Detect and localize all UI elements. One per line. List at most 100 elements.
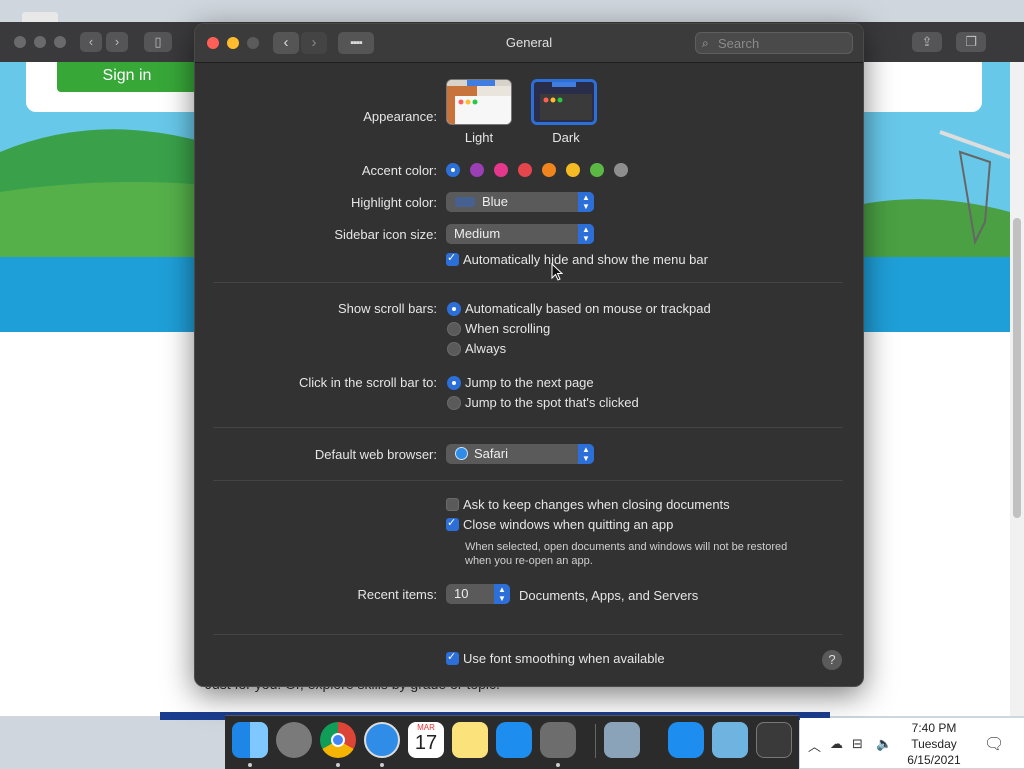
volume-icon[interactable]: 🔈 — [876, 736, 892, 752]
search-placeholder: Search — [718, 36, 760, 51]
close-windows-checkbox[interactable] — [446, 516, 459, 531]
scrollbar-thumb[interactable] — [1013, 218, 1021, 518]
scroll-bars-when-scrolling-radio[interactable] — [447, 322, 461, 336]
browser-tabs-icon[interactable]: ❐ — [956, 32, 986, 52]
search-icon: ⌕ — [702, 36, 709, 50]
help-button[interactable]: ? — [822, 650, 842, 670]
scroll-bars-when-scrolling-label: When scrolling — [465, 321, 551, 336]
recent-items-value: 10 — [454, 586, 469, 601]
appearance-label: Appearance: — [363, 109, 437, 124]
jump-next-page-radio[interactable] — [447, 376, 461, 390]
jump-to-spot-radio[interactable] — [447, 396, 461, 410]
default-browser-popup[interactable]: Safari ▲ ▼ — [446, 444, 594, 464]
divider — [213, 480, 843, 481]
close-windows-note-line2: when you re-open an app. — [465, 555, 593, 567]
system-preferences-icon[interactable] — [540, 722, 576, 758]
appearance-dark-label: Dark — [552, 130, 580, 145]
clock-day: Tuesday — [911, 737, 957, 751]
accent-color-green[interactable] — [590, 163, 604, 177]
window-titlebar: ‹ › ▪▪▪▪ General ⌕ Search — [195, 24, 863, 63]
appearance-dark-option[interactable] — [531, 79, 597, 125]
clock-date: 6/15/2021 — [907, 753, 961, 767]
accent-color-yellow[interactable] — [566, 163, 580, 177]
highlight-color-value: Blue — [482, 194, 509, 209]
default-browser-label: Default web browser: — [314, 447, 437, 462]
popup-chevron-icon: ▲ ▼ — [578, 444, 594, 464]
divider — [213, 427, 843, 428]
browser-zoom-button[interactable] — [54, 36, 66, 48]
close-windows-note-line1: When selected, open documents and window… — [465, 541, 788, 553]
system-preferences-window: ‹ › ▪▪▪▪ General ⌕ Search Appearance: Li… — [194, 23, 864, 687]
app-store-icon[interactable] — [668, 722, 704, 758]
divider — [213, 282, 843, 283]
auto-hide-menubar-checkbox[interactable] — [446, 251, 459, 266]
recent-items-suffix: Documents, Apps, and Servers — [519, 588, 699, 603]
taskbar-tray: ︿ ☁ ⊟ 🔈 7:40 PM Tuesday 6/15/2021 🗨 — [800, 718, 1024, 768]
clock[interactable]: 7:40 PM Tuesday 6/15/2021 — [896, 720, 972, 768]
highlight-swatch — [455, 197, 475, 207]
preview-icon[interactable] — [604, 722, 640, 758]
accent-color-pink[interactable] — [494, 163, 508, 177]
notes-icon[interactable] — [452, 722, 488, 758]
appearance-light-option[interactable] — [446, 79, 512, 125]
scroll-bars-auto-radio[interactable] — [447, 302, 461, 316]
dock-separator — [595, 724, 596, 758]
browser-sidebar-icon[interactable]: ▯ — [144, 32, 172, 52]
finder-icon[interactable] — [232, 722, 268, 758]
divider — [213, 634, 843, 635]
launchpad-icon[interactable] — [276, 722, 312, 758]
browser-forward-icon[interactable]: › — [106, 32, 128, 52]
appearance-light-label: Light — [464, 130, 494, 145]
downloads-folder-icon[interactable] — [712, 722, 748, 758]
popup-chevron-icon: ▲ ▼ — [578, 192, 594, 212]
running-indicator — [380, 763, 384, 767]
close-windows-label: Close windows when quitting an app — [463, 517, 674, 532]
browser-minimize-button[interactable] — [34, 36, 46, 48]
network-icon[interactable]: ⊟ — [852, 736, 863, 752]
sidebar-icon-size-popup[interactable]: Medium ▲ ▼ — [446, 224, 594, 244]
show-hidden-icons-icon[interactable]: ︿ — [808, 736, 821, 755]
highlight-color-popup[interactable]: Blue ▲ ▼ — [446, 192, 594, 212]
clock-time: 7:40 PM — [911, 721, 957, 735]
browser-share-icon[interactable]: ⇪ — [912, 32, 942, 52]
show-scroll-bars-label: Show scroll bars: — [338, 301, 437, 316]
ask-keep-changes-label: Ask to keep changes when closing documen… — [463, 497, 730, 512]
dark-preview-icon — [534, 82, 594, 122]
browser-scrollbar[interactable] — [1010, 62, 1024, 716]
safari-icon — [455, 447, 468, 460]
calendar-month: MAR — [417, 723, 435, 732]
dock: MAR 17 — [225, 715, 799, 769]
recent-items-label: Recent items: — [357, 587, 437, 602]
highlight-color-label: Highlight color: — [351, 195, 437, 210]
search-field[interactable]: ⌕ Search — [695, 32, 853, 54]
accent-color-blue[interactable] — [446, 163, 460, 177]
accent-color-purple[interactable] — [470, 163, 484, 177]
light-preview-icon — [447, 80, 511, 124]
cloud-icon[interactable]: ☁ — [830, 736, 843, 752]
app-store-icon[interactable] — [496, 722, 532, 758]
scroll-bars-auto-label: Automatically based on mouse or trackpad — [465, 301, 711, 316]
font-smoothing-checkbox[interactable] — [446, 650, 459, 665]
auto-hide-menubar-label: Automatically hide and show the menu bar — [463, 252, 708, 267]
safari-icon[interactable] — [364, 722, 400, 758]
scroll-bars-always-label: Always — [465, 341, 507, 356]
accent-color-orange[interactable] — [542, 163, 556, 177]
sign-in-button[interactable]: Sign in — [57, 62, 197, 92]
browser-close-button[interactable] — [14, 36, 26, 48]
font-smoothing-label: Use font smoothing when available — [463, 651, 665, 666]
click-scroll-bar-label: Click in the scroll bar to: — [299, 375, 437, 390]
browser-back-icon[interactable]: ‹ — [80, 32, 102, 52]
chrome-icon[interactable] — [320, 722, 356, 758]
ask-keep-changes-checkbox[interactable] — [446, 498, 459, 511]
accent-color-label: Accent color: — [361, 163, 437, 178]
recent-items-popup[interactable]: 10 ▲ ▼ — [446, 584, 510, 604]
accent-color-graphite[interactable] — [614, 163, 628, 177]
calendar-icon[interactable]: MAR 17 — [408, 722, 444, 758]
running-indicator — [248, 763, 252, 767]
trash-icon[interactable] — [756, 722, 792, 758]
accent-color-red[interactable] — [518, 163, 532, 177]
mouse-cursor-icon — [551, 263, 563, 281]
notifications-icon[interactable]: 🗨 — [984, 734, 1004, 754]
scroll-bars-always-radio[interactable] — [447, 342, 461, 356]
running-indicator — [556, 763, 560, 767]
